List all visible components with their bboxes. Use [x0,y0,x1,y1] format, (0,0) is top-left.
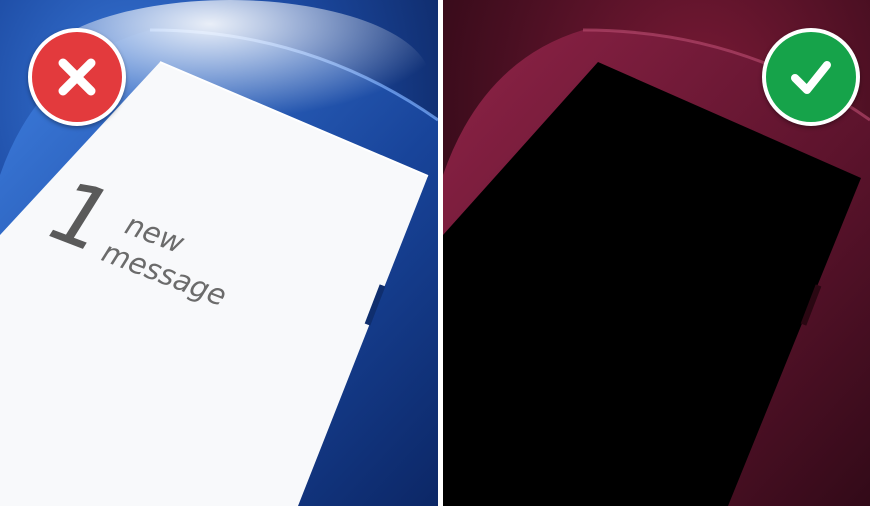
cross-icon [58,58,96,96]
cross-badge [28,28,126,126]
bad-example-panel: 1 new message [0,0,438,506]
check-icon [791,61,831,94]
check-badge [762,28,860,126]
